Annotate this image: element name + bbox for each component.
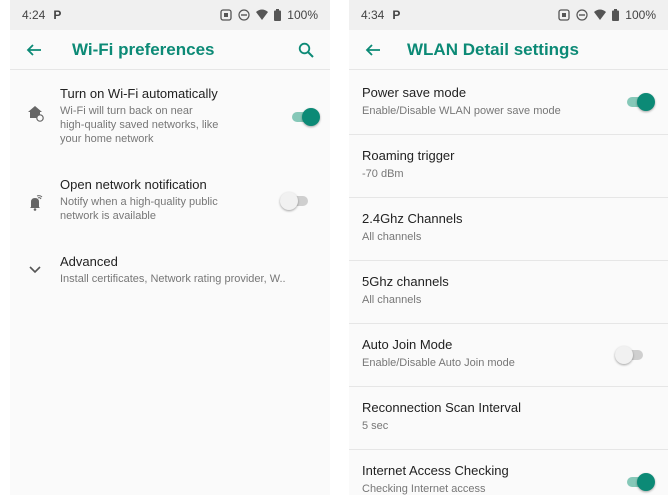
auto-join-toggle[interactable] (615, 346, 645, 364)
row-subtitle: All channels (362, 231, 422, 243)
status-bar: 4:34 P 100% (349, 0, 668, 30)
row-2-4ghz-channels[interactable]: 2.4Ghz Channels All channels (349, 198, 668, 261)
power-save-toggle[interactable] (625, 93, 655, 111)
row-5ghz-channels[interactable]: 5Ghz channels All channels (349, 261, 668, 324)
pref-subtitle: Install certificates, Network rating pro… (60, 273, 286, 285)
row-title: 5Ghz channels (362, 274, 449, 289)
row-title: Roaming trigger (362, 148, 455, 163)
row-title: 2.4Ghz Channels (362, 211, 463, 226)
notification-wifi-icon (30, 195, 43, 211)
row-power-save-mode[interactable]: Power save mode Enable/Disable WLAN powe… (349, 72, 668, 135)
pref-title: Advanced (60, 254, 118, 269)
battery-percent: 100% (287, 8, 318, 22)
page-title: Wi-Fi preferences (72, 39, 215, 59)
battery-icon (612, 9, 620, 21)
chevron-down-icon (29, 266, 41, 274)
pref-turn-on-wifi-automatically[interactable]: Turn on Wi-Fi automatically Wi-Fi will t… (10, 86, 330, 146)
wifi-preferences-screen: 4:24 P 100% Wi-Fi preferences Turn on Wi… (10, 0, 330, 495)
wifi-auto-toggle[interactable] (290, 108, 320, 126)
status-bar: 4:24 P 100% (10, 0, 330, 30)
status-time: 4:34 (361, 8, 385, 22)
parking-notification-icon: P (392, 8, 401, 22)
pref-title: Turn on Wi-Fi automatically (60, 86, 218, 101)
pref-advanced[interactable]: Advanced Install certificates, Network r… (10, 254, 330, 286)
status-icons: 100% (558, 8, 656, 22)
do-not-disturb-icon (576, 9, 588, 21)
nfc-icon (220, 9, 232, 21)
status-icons: 100% (220, 8, 318, 22)
search-icon[interactable] (294, 38, 318, 62)
back-arrow-icon[interactable] (22, 38, 46, 62)
pref-title: Open network notification (60, 177, 207, 192)
wifi-signal-icon (594, 9, 607, 20)
wifi-signal-icon (256, 9, 269, 20)
row-roaming-trigger[interactable]: Roaming trigger -70 dBm (349, 135, 668, 198)
row-internet-access-checking[interactable]: Internet Access Checking Checking Intern… (349, 450, 668, 495)
row-subtitle: 5 sec (362, 420, 389, 432)
back-arrow-icon[interactable] (361, 38, 385, 62)
row-subtitle: -70 dBm (362, 168, 404, 180)
row-reconnection-scan-interval[interactable]: Reconnection Scan Interval 5 sec (349, 387, 668, 450)
battery-percent: 100% (625, 8, 656, 22)
do-not-disturb-icon (238, 9, 250, 21)
row-title: Power save mode (362, 85, 467, 100)
battery-icon (274, 9, 282, 21)
home-wifi-icon (28, 106, 44, 122)
row-title: Internet Access Checking (362, 463, 509, 478)
row-title: Reconnection Scan Interval (362, 400, 521, 415)
row-subtitle: All channels (362, 294, 422, 306)
row-subtitle: Checking Internet access (362, 483, 486, 495)
internet-access-toggle[interactable] (625, 473, 655, 491)
row-subtitle: Enable/Disable WLAN power save mode (362, 105, 561, 117)
page-title: WLAN Detail settings (407, 39, 579, 59)
app-bar: WLAN Detail settings (349, 30, 668, 70)
app-bar: Wi-Fi preferences (10, 30, 330, 70)
open-network-toggle[interactable] (280, 192, 310, 210)
nfc-icon (558, 9, 570, 21)
parking-notification-icon: P (53, 8, 62, 22)
wlan-detail-settings-screen: 4:34 P 100% WLAN Detail settings Power s… (349, 0, 668, 495)
status-time: 4:24 (22, 8, 46, 22)
